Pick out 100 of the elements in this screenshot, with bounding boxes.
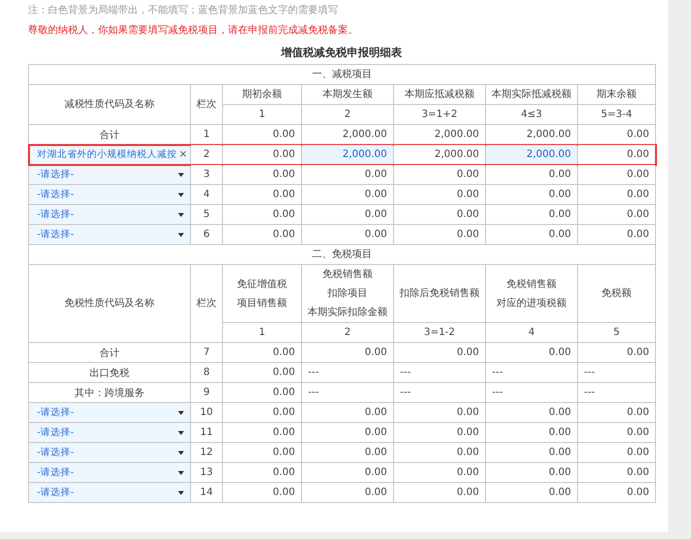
column-header: 本期应抵减税额	[394, 84, 486, 104]
amount-cell: 0.00	[486, 184, 578, 204]
amount-cell: 2,000.00	[394, 124, 486, 144]
select-dropdown[interactable]: -请选择-	[28, 224, 190, 244]
amount-cell: 0.00	[394, 342, 486, 362]
column-header: 本期发生额	[302, 84, 394, 104]
amount-cell: 0.00	[486, 422, 578, 442]
amount-cell: 0.00	[486, 402, 578, 422]
amount-cell: 0.00	[222, 482, 302, 502]
amount-cell: 0.00	[302, 342, 394, 362]
amount-cell: 0.00	[578, 482, 656, 502]
amount-input[interactable]: 2,000.00	[486, 144, 578, 164]
amount-cell: 0.00	[486, 482, 578, 502]
amount-cell: 0.00	[222, 362, 302, 382]
caret-icon	[178, 410, 184, 414]
amount-input[interactable]: 2,000.00	[302, 144, 394, 164]
amount-cell: 0.00	[302, 442, 394, 462]
warning-text: 尊敬的纳税人，你如果需要填写减免税项目，请在申报前完成减免税备案。	[28, 24, 359, 38]
amount-cell: 0.00	[302, 204, 394, 224]
note-text: 注：白色背景为局端带出，不能填写；蓝色背景加蓝色文字的需要填写	[28, 4, 339, 18]
amount-cell: 0.00	[222, 144, 302, 164]
select-dropdown[interactable]: -请选择-	[28, 164, 190, 184]
amount-cell: ---	[486, 362, 578, 382]
select-dropdown[interactable]: -请选择-	[28, 184, 190, 204]
column-header: 免税销售额 扣除项目 本期实际扣除金额	[302, 264, 394, 322]
amount-cell: 0.00	[578, 442, 656, 462]
row-index: 14	[190, 482, 222, 502]
select-dropdown[interactable]: -请选择-	[28, 462, 190, 482]
amount-cell: 0.00	[394, 164, 486, 184]
caret-icon	[178, 192, 184, 196]
amount-cell: ---	[486, 382, 578, 402]
amount-cell: 0.00	[578, 462, 656, 482]
amount-cell: ---	[302, 362, 394, 382]
row-index: 10	[190, 402, 222, 422]
section-heading: 一、减税项目	[28, 64, 656, 84]
amount-cell: 0.00	[222, 124, 302, 144]
section-heading: 二、免税项目	[28, 244, 656, 264]
amount-cell: 0.00	[578, 204, 656, 224]
amount-cell: 0.00	[394, 204, 486, 224]
amount-cell: 0.00	[486, 204, 578, 224]
row-index: 7	[190, 342, 222, 362]
amount-cell: 0.00	[486, 342, 578, 362]
caret-icon	[178, 470, 184, 474]
amount-cell: 2,000.00	[394, 144, 486, 164]
amount-cell: ---	[302, 382, 394, 402]
caret-icon	[178, 232, 184, 236]
column-header: 期初余额	[222, 84, 302, 104]
select-dropdown[interactable]: -请选择-	[28, 482, 190, 502]
amount-cell: 2,000.00	[486, 124, 578, 144]
amount-cell: ---	[394, 382, 486, 402]
clear-icon[interactable]: ×	[179, 149, 188, 160]
row-index: 6	[190, 224, 222, 244]
amount-cell: 0.00	[222, 382, 302, 402]
amount-cell: 0.00	[578, 342, 656, 362]
amount-cell: 0.00	[578, 144, 656, 164]
amount-cell: 0.00	[302, 402, 394, 422]
amount-cell: 0.00	[222, 422, 302, 442]
amount-cell: 0.00	[222, 342, 302, 362]
amount-cell: ---	[578, 362, 656, 382]
amount-cell: 0.00	[394, 184, 486, 204]
row-index: 11	[190, 422, 222, 442]
amount-cell: 0.00	[394, 462, 486, 482]
amount-cell: 0.00	[578, 402, 656, 422]
row-index: 9	[190, 382, 222, 402]
row-index: 13	[190, 462, 222, 482]
column-header: 扣除后免税销售额	[394, 264, 486, 322]
amount-cell: 0.00	[578, 184, 656, 204]
amount-cell: 0.00	[222, 462, 302, 482]
caret-icon	[178, 430, 184, 434]
amount-cell: 0.00	[222, 442, 302, 462]
row-label: 出口免税	[28, 362, 190, 382]
select-dropdown[interactable]: 对湖北省外的小规模纳税人减按 ×	[28, 144, 190, 164]
amount-cell: 0.00	[222, 224, 302, 244]
amount-cell: 0.00	[302, 462, 394, 482]
amount-cell: 0.00	[302, 224, 394, 244]
amount-cell: 0.00	[302, 164, 394, 184]
amount-cell: 0.00	[486, 442, 578, 462]
column-header: 本期实际抵减税额	[486, 84, 578, 104]
caret-icon	[178, 450, 184, 454]
amount-cell: 0.00	[302, 184, 394, 204]
column-header: 免税销售额 对应的进项税额	[486, 264, 578, 322]
row-index: 5	[190, 204, 222, 224]
amount-cell: 0.00	[578, 422, 656, 442]
select-dropdown[interactable]: -请选择-	[28, 204, 190, 224]
amount-cell: 0.00	[222, 204, 302, 224]
amount-cell: 0.00	[394, 482, 486, 502]
column-header: 免税额	[578, 264, 656, 322]
amount-cell: ---	[578, 382, 656, 402]
amount-cell: 0.00	[222, 164, 302, 184]
amount-cell: 0.00	[578, 164, 656, 184]
row-label: 合计	[28, 124, 190, 144]
select-dropdown[interactable]: -请选择-	[28, 442, 190, 462]
row-index: 4	[190, 184, 222, 204]
amount-cell: 0.00	[578, 224, 656, 244]
row-index: 12	[190, 442, 222, 462]
table-title: 增值税减免税申报明细表	[280, 45, 403, 60]
column-header: 免征增值税 项目销售额	[222, 264, 302, 322]
select-dropdown[interactable]: -请选择-	[28, 422, 190, 442]
amount-cell: 0.00	[486, 224, 578, 244]
select-dropdown[interactable]: -请选择-	[28, 402, 190, 422]
